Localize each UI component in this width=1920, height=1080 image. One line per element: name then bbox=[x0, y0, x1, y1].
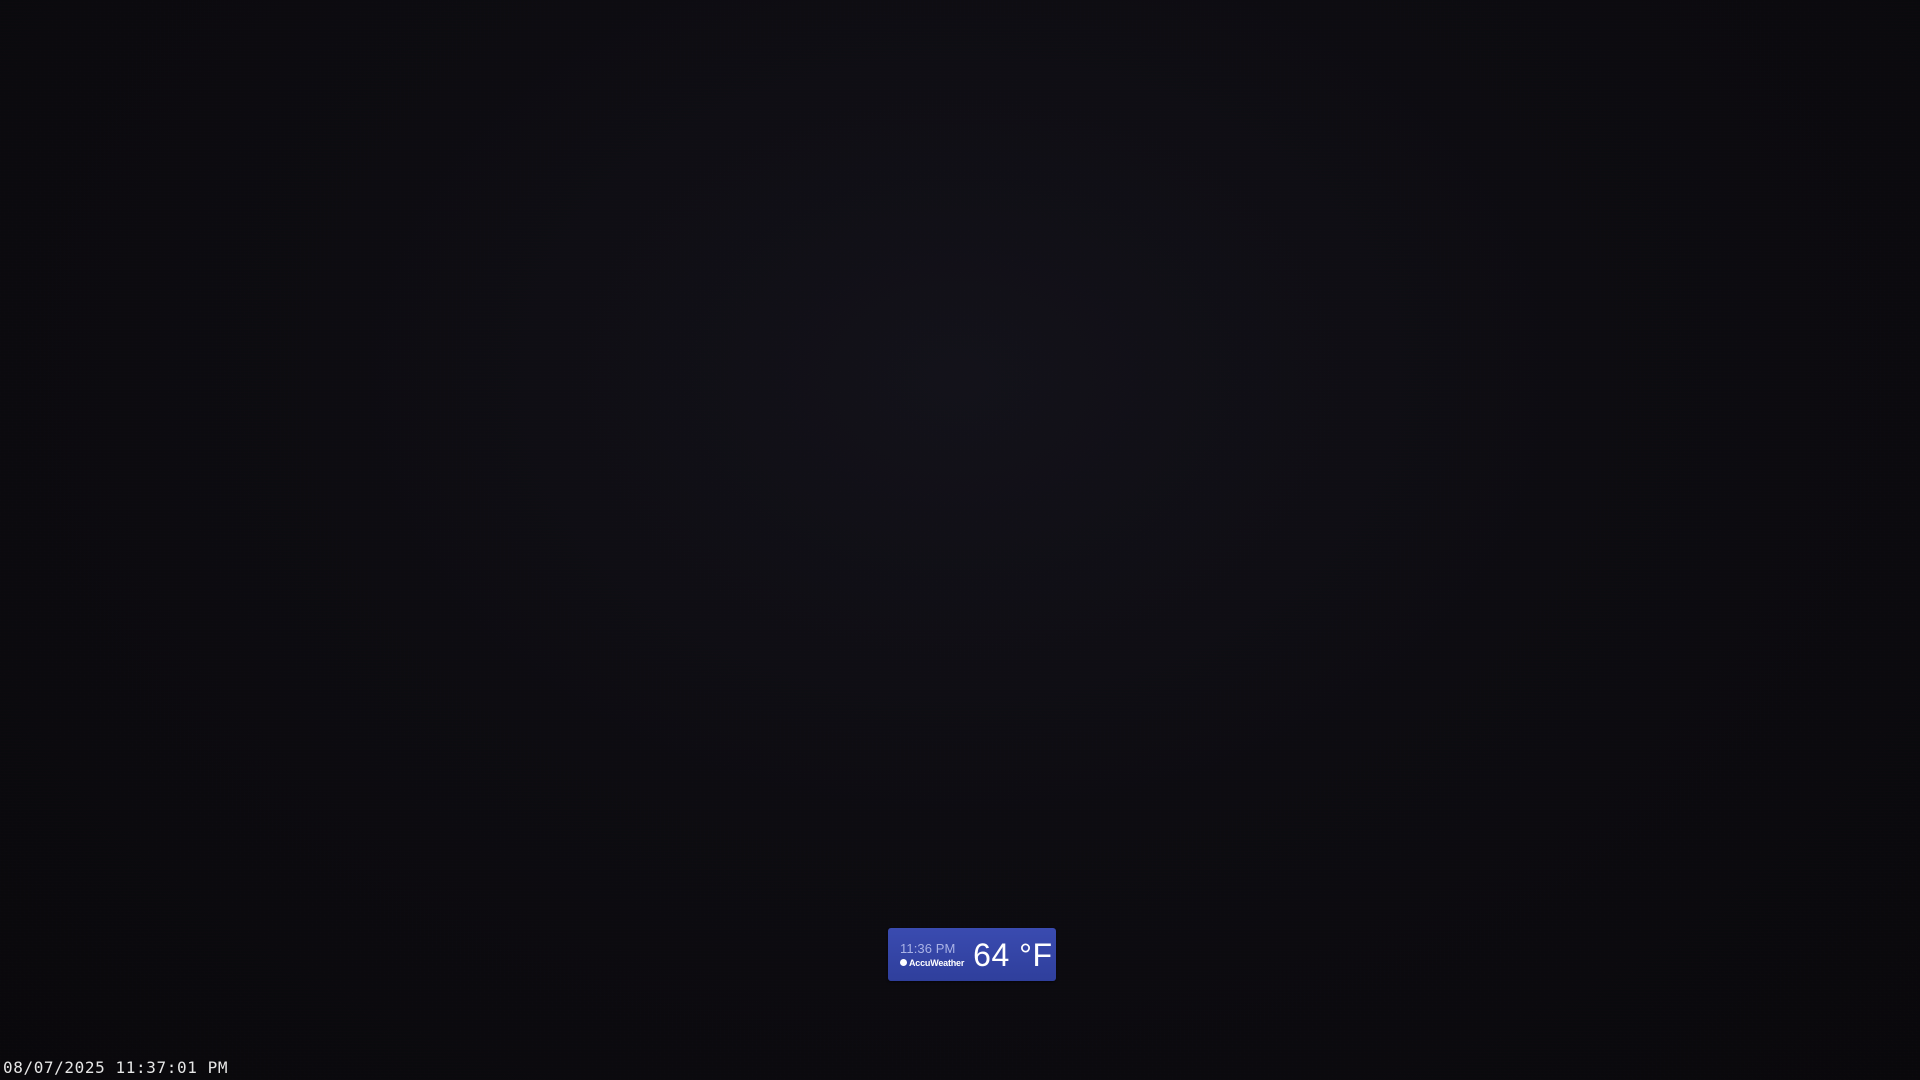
weather-temperature: 64 °F bbox=[973, 936, 1053, 973]
accuweather-sun-icon bbox=[900, 959, 907, 966]
weather-brand-label: AccuWeather bbox=[909, 957, 965, 968]
weather-time: 11:36 PM bbox=[900, 940, 956, 956]
weather-brand: AccuWeather bbox=[900, 957, 964, 969]
camera-timestamp: 08/07/2025 11:37:01 PM bbox=[3, 1058, 229, 1077]
weather-badge-info: 11:36 PM AccuWeather bbox=[900, 941, 964, 969]
night-sky-noise bbox=[0, 0, 1920, 1080]
weather-badge: 11:36 PM AccuWeather 64 °F bbox=[888, 928, 1056, 981]
webcam-feed: 11:36 PM AccuWeather 64 °F 08/07/2025 11… bbox=[0, 0, 1920, 1080]
